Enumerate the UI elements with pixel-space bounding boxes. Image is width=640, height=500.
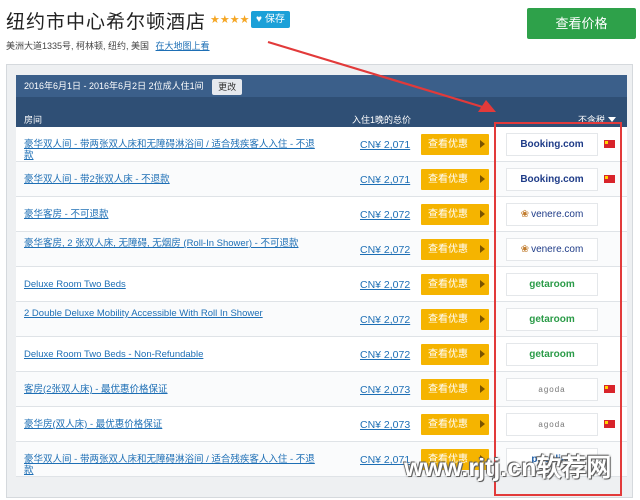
room-name-link[interactable]: 豪华双人间 - 带2张双人床 - 不退款 [24,174,324,185]
chevron-right-icon [480,210,485,218]
view-deal-label: 查看优惠 [428,419,468,430]
column-price: 入住1晚的总价 [352,115,412,125]
view-deal-button[interactable]: 查看优惠 [421,274,489,295]
view-deal-button[interactable]: 查看优惠 [421,309,489,330]
room-name-link[interactable]: 豪华双人间 - 带两张双人床和无障碍淋浴间 / 适合残疾客人入住 - 不退款 [24,454,324,476]
room-price-link[interactable]: CN¥ 2,071 [360,454,410,466]
view-deal-button[interactable]: 查看优惠 [421,239,489,260]
chevron-right-icon [480,175,485,183]
view-deal-label: 查看优惠 [428,314,468,325]
room-price-link[interactable]: CN¥ 2,073 [360,384,410,396]
chevron-right-icon [480,350,485,358]
save-button[interactable]: ♥ 保存 [251,11,290,28]
watermark: www.rjtj.cn软荐网 [404,454,612,482]
save-label: 保存 [264,14,285,25]
chevron-right-icon [480,315,485,323]
room-price-link[interactable]: CN¥ 2,073 [360,419,410,431]
change-button[interactable]: 更改 [212,78,243,95]
column-room: 房间 [24,115,43,125]
view-deal-label: 查看优惠 [428,349,468,360]
room-name-link[interactable]: 豪华房(双人床) - 最优惠价格保证 [24,419,324,430]
view-deal-button[interactable]: 查看优惠 [421,379,489,400]
room-name-link[interactable]: Deluxe Room Two Beds - Non-Refundable [24,349,324,360]
room-name-link[interactable]: 豪华双人间 - 带两张双人床和无障碍淋浴间 / 适合残疾客人入住 - 不退款 [24,139,324,161]
room-price-link[interactable]: CN¥ 2,072 [360,209,410,221]
provider-highlight-box [494,122,622,496]
view-deal-button[interactable]: 查看优惠 [421,134,489,155]
room-price-link[interactable]: CN¥ 2,071 [360,139,410,151]
star-rating: ★★★★ [210,14,250,26]
view-deal-label: 查看优惠 [428,139,468,150]
hotel-header: 纽约市中心希尔顿酒店 ★★★★ ♥ 保存 美洲大道1335号, 柯林顿, 纽约,… [0,0,640,60]
view-price-button[interactable]: 查看价格 [527,8,636,39]
map-link[interactable]: 在大地图上看 [156,41,210,51]
hotel-title: 纽约市中心希尔顿酒店 [6,12,207,33]
room-price-link[interactable]: CN¥ 2,072 [360,244,410,256]
chevron-right-icon [480,385,485,393]
room-price-link[interactable]: CN¥ 2,072 [360,279,410,291]
date-bar: 2016年6月1日 - 2016年6月2日 2位成人住1间 更改 [16,75,627,97]
room-name-link[interactable]: 豪华客房 - 不可退款 [24,209,324,220]
view-deal-button[interactable]: 查看优惠 [421,344,489,365]
room-name-link[interactable]: 2 Double Deluxe Mobility Accessible With… [24,308,324,319]
chevron-right-icon [480,245,485,253]
hotel-address: 美洲大道1335号, 柯林顿, 纽约, 美国 在大地图上看 [6,39,210,52]
room-name-link[interactable]: 豪华客房, 2 张双人床, 无障碍, 无烟房 (Roll-In Shower) … [24,238,324,249]
view-deal-label: 查看优惠 [428,209,468,220]
view-deal-label: 查看优惠 [428,279,468,290]
room-name-link[interactable]: 客房(2张双人床) - 最优惠价格保证 [24,384,324,395]
view-deal-button[interactable]: 查看优惠 [421,169,489,190]
date-text: 2016年6月1日 - 2016年6月2日 2位成人住1间 [24,81,204,91]
chevron-right-icon [480,420,485,428]
heart-icon: ♥ [256,14,262,25]
room-price-link[interactable]: CN¥ 2,072 [360,314,410,326]
view-deal-label: 查看优惠 [428,174,468,185]
view-deal-label: 查看优惠 [428,244,468,255]
view-deal-button[interactable]: 查看优惠 [421,204,489,225]
room-price-link[interactable]: CN¥ 2,072 [360,349,410,361]
chevron-right-icon [480,280,485,288]
address-text: 美洲大道1335号, 柯林顿, 纽约, 美国 [6,41,150,51]
view-deal-button[interactable]: 查看优惠 [421,414,489,435]
view-deal-label: 查看优惠 [428,384,468,395]
chevron-right-icon [480,140,485,148]
room-price-link[interactable]: CN¥ 2,071 [360,174,410,186]
room-name-link[interactable]: Deluxe Room Two Beds [24,279,324,290]
